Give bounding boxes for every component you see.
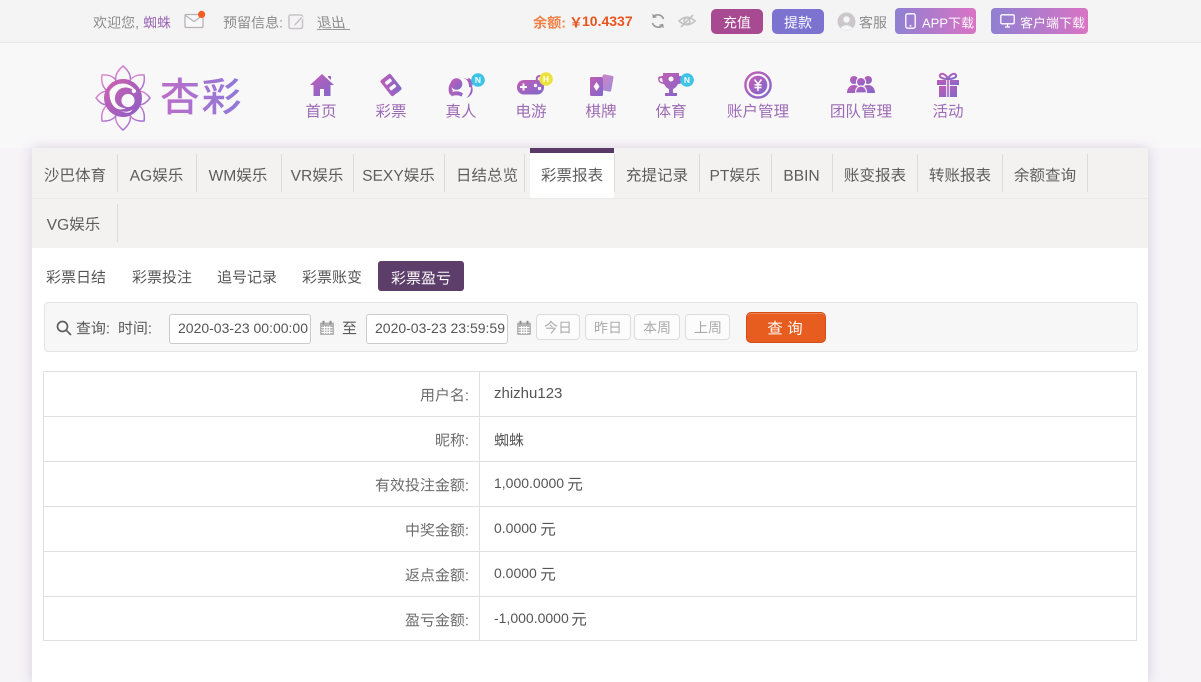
svg-text:N: N <box>475 75 481 85</box>
svg-text:N: N <box>684 75 690 85</box>
svg-text:H: H <box>543 74 549 84</box>
